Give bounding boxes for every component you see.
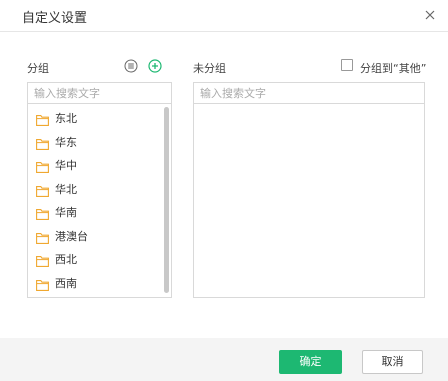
list-item-label: 西北 <box>55 253 77 266</box>
plus-circle-icon[interactable] <box>148 58 162 73</box>
ungrouped-label: 未分组 <box>193 62 226 75</box>
ungrouped-header: 未分组 分组到“其他” <box>193 58 427 76</box>
list-item[interactable]: 华中 <box>28 152 160 176</box>
list-item-label: 港澳台 <box>55 229 88 243</box>
group-search-input[interactable] <box>28 83 171 104</box>
ok-button[interactable]: 确定 <box>279 350 342 374</box>
folder-icon <box>36 111 49 126</box>
list-item-label: 华东 <box>55 135 77 149</box>
list-item[interactable]: 西南 <box>28 270 160 294</box>
list-item-label: 华中 <box>55 159 77 172</box>
checkbox-label: 分组到“其他” <box>360 62 427 75</box>
dialog-title-bar: 自定义设置 <box>0 0 448 32</box>
ungrouped-search-input[interactable] <box>194 83 424 104</box>
list-item[interactable]: 华北 <box>28 176 160 200</box>
folder-icon <box>36 182 49 197</box>
cancel-button[interactable]: 取消 <box>362 350 423 374</box>
list-item[interactable]: 港澳台 <box>28 223 160 247</box>
folder-icon <box>36 229 49 244</box>
list-menu-icon[interactable] <box>124 58 138 73</box>
folder-icon <box>36 252 49 267</box>
group-header: 分组 <box>27 58 172 76</box>
group-list-scrollbar[interactable] <box>163 105 170 297</box>
dialog-title: 自定义设置 <box>22 11 88 26</box>
close-icon[interactable] <box>421 6 439 24</box>
dialog-footer: 确定 取消 <box>0 338 448 381</box>
group-list: 东北 华东 华中 华北 华南 港澳台 西北 西南 <box>28 105 160 293</box>
folder-icon <box>36 205 49 220</box>
group-label: 分组 <box>27 62 49 75</box>
list-item[interactable]: 华南 <box>28 199 160 223</box>
checkbox-box[interactable] <box>341 59 353 71</box>
folder-icon <box>36 276 49 291</box>
list-item-label: 华南 <box>55 206 77 219</box>
custom-settings-dialog: 自定义设置 分组 未分组 分组到“其他” 输入搜索文字 东北 华东 华中 华北 … <box>0 0 448 381</box>
group-list-panel: 东北 华东 华中 华北 华南 港澳台 <box>27 82 172 298</box>
list-item-label: 东北 <box>55 112 77 125</box>
list-item[interactable]: 东北 <box>28 105 160 129</box>
list-item-label: 华北 <box>55 182 77 196</box>
list-item[interactable]: 华东 <box>28 129 160 153</box>
list-item-label: 西南 <box>55 276 77 290</box>
list-item[interactable]: 西北 <box>28 246 160 270</box>
ungrouped-list-panel <box>193 82 425 298</box>
scrollbar-thumb[interactable] <box>164 107 169 293</box>
folder-icon <box>36 158 49 173</box>
folder-icon <box>36 135 49 150</box>
